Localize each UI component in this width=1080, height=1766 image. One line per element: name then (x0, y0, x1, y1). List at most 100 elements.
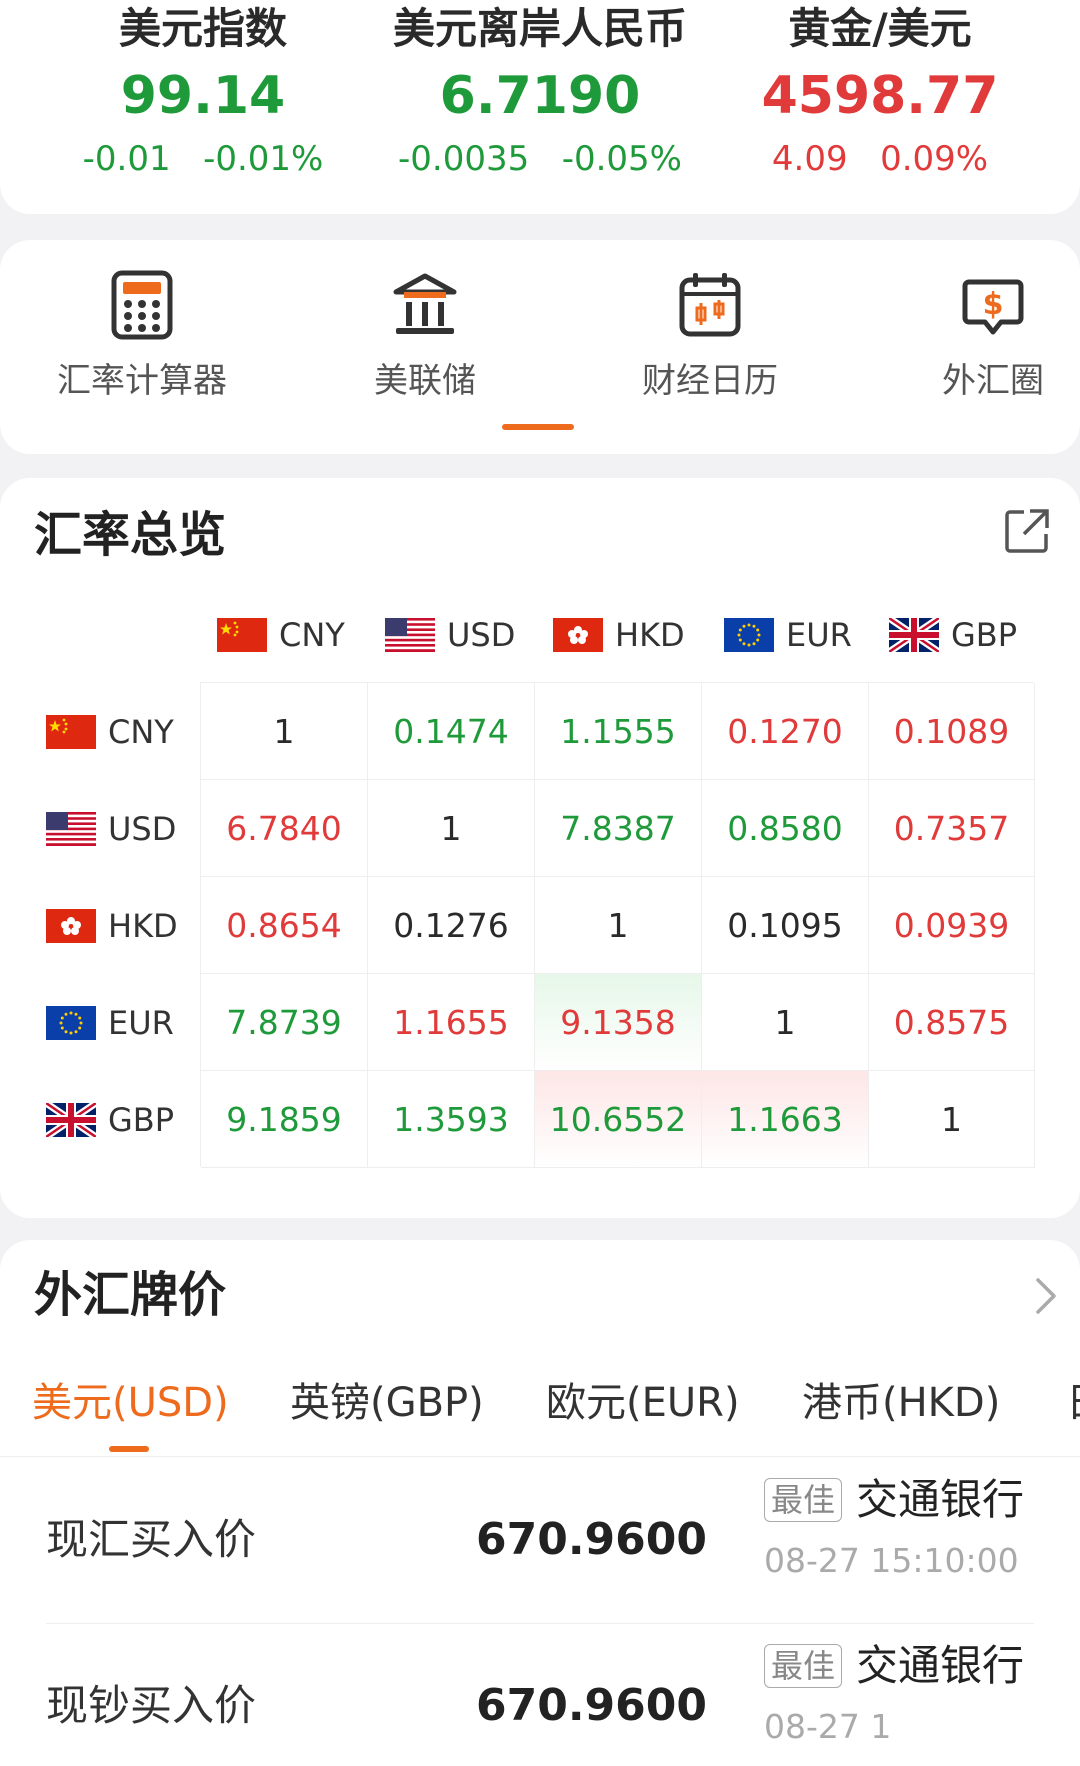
ticker-value: 99.14 (120, 66, 286, 126)
rate-overview-card: 汇率总览 CNY USD HKD EUR GBP CNY USD HKD EUR… (0, 478, 1080, 1218)
row-header-label: EUR (108, 1003, 174, 1042)
col-header-eur: EUR (724, 610, 852, 660)
rate-cell-gbp-usd[interactable]: 1.3593 (368, 1071, 535, 1168)
rate-cell-eur-hkd[interactable]: 9.1358 (535, 974, 702, 1071)
usa-flag-icon (385, 618, 435, 652)
ticker-change-abs: -0.01 (82, 139, 171, 179)
tab-eur[interactable]: 欧元(EUR) (546, 1372, 740, 1434)
market-ticker-card: 美元指数 99.14 -0.01 -0.01% 美元离岸人民币 6.7190 -… (0, 0, 1080, 214)
rate-cell-hkd-eur[interactable]: 0.1095 (702, 877, 869, 974)
ticker-change: -0.0035 -0.05% (370, 134, 710, 184)
rate-cell-eur-eur[interactable]: 1 (702, 974, 869, 1071)
col-header-label: EUR (786, 616, 852, 654)
quote-time: 08-27 1 (764, 1707, 892, 1746)
quote-row-spot-buy[interactable]: 现汇买入价 670.9600 最佳 交通银行 08-27 15:10:00 (0, 1458, 1080, 1624)
col-header-label: CNY (279, 616, 345, 654)
usa-flag-icon (46, 811, 96, 846)
quote-label: 现汇买入价 (46, 1515, 257, 1564)
quote-bank: 交通银行 (856, 1641, 1025, 1690)
rate-cell-hkd-usd[interactable]: 0.1276 (368, 877, 535, 974)
rate-cell-hkd-hkd[interactable]: 1 (535, 877, 702, 974)
row-header-label: HKD (108, 906, 178, 945)
ticker-gold-usd[interactable]: 黄金/美元 4598.77 4.09 0.09% (710, 0, 1050, 184)
rate-cell-cny-eur[interactable]: 0.1270 (702, 683, 869, 780)
ticker-change-pct: 0.09% (880, 139, 989, 179)
divider (0, 1456, 1080, 1457)
calculator-icon (7, 270, 277, 340)
ticker-change-abs: -0.0035 (398, 139, 530, 179)
rate-cell-gbp-eur[interactable]: 1.1663 (702, 1071, 869, 1168)
rate-cell-hkd-cny[interactable]: 0.8654 (201, 877, 368, 974)
rate-cell-usd-cny[interactable]: 6.7840 (201, 780, 368, 877)
currency-tabs: 美元(USD) 英镑(GBP) 欧元(EUR) 港币(HKD) 日 (0, 1372, 1080, 1434)
ticker-value: 6.7190 (439, 66, 641, 126)
col-header-hkd: HKD (553, 610, 685, 660)
row-header-gbp: GBP (46, 1071, 174, 1168)
tab-hkd[interactable]: 港币(HKD) (802, 1372, 1000, 1434)
external-link-icon[interactable] (1004, 508, 1050, 558)
rate-cell-usd-hkd[interactable]: 7.8387 (535, 780, 702, 877)
rate-cell-hkd-gbp[interactable]: 0.0939 (869, 877, 1035, 974)
best-badge: 最佳 (764, 1644, 843, 1688)
quote-row-cash-buy[interactable]: 现钞买入价 670.9600 最佳 交通银行 08-27 1 (0, 1624, 1080, 1766)
dollar-chat-icon: $ (858, 270, 1080, 340)
tools-active-indicator (502, 424, 574, 430)
col-header-label: GBP (951, 616, 1018, 654)
rate-cell-cny-usd[interactable]: 0.1474 (368, 683, 535, 780)
ticker-name: 美元离岸人民币 (392, 4, 687, 53)
rate-cell-usd-gbp[interactable]: 0.7357 (869, 780, 1035, 877)
tab-jpy[interactable]: 日 (1066, 1372, 1080, 1434)
hongkong-flag-icon (553, 618, 603, 652)
chevron-right-icon[interactable] (1034, 1276, 1058, 1320)
row-header-label: GBP (108, 1100, 175, 1139)
uk-flag-icon (46, 1102, 96, 1137)
rate-cell-cny-gbp[interactable]: 0.1089 (869, 683, 1035, 780)
hongkong-flag-icon (46, 908, 96, 943)
forex-quote-card: 外汇牌价 美元(USD) 英镑(GBP) 欧元(EUR) 港币(HKD) 日 现… (0, 1240, 1080, 1766)
tool-label: 外汇圈 (942, 361, 1044, 401)
quote-bank: 交通银行 (856, 1475, 1025, 1524)
eu-flag-icon (724, 618, 774, 652)
rate-cell-gbp-hkd[interactable]: 10.6552 (535, 1071, 702, 1168)
ticker-usd-cnh[interactable]: 美元离岸人民币 6.7190 -0.0035 -0.05% (370, 0, 710, 184)
row-header-label: USD (108, 809, 177, 848)
tab-gbp[interactable]: 英镑(GBP) (290, 1372, 484, 1434)
row-header-eur: EUR (46, 974, 174, 1071)
tab-usd[interactable]: 美元(USD) (32, 1372, 229, 1434)
ticker-name: 美元指数 (118, 4, 287, 53)
eu-flag-icon (46, 1005, 96, 1040)
rate-cell-eur-cny[interactable]: 7.8739 (201, 974, 368, 1071)
rate-cell-eur-usd[interactable]: 1.1655 (368, 974, 535, 1071)
tool-label: 财经日历 (642, 361, 778, 401)
rate-cell-gbp-gbp[interactable]: 1 (869, 1071, 1035, 1168)
rate-cell-eur-gbp[interactable]: 0.8575 (869, 974, 1035, 1071)
ticker-name: 黄金/美元 (788, 4, 972, 53)
tools-card: 汇率计算器 美联储 财经日历 $ 外汇圈 (0, 240, 1080, 454)
tool-fed[interactable]: 美联储 (290, 270, 560, 404)
rate-cell-usd-eur[interactable]: 0.8580 (702, 780, 869, 877)
tool-rate-calculator[interactable]: 汇率计算器 (7, 270, 277, 404)
quote-value: 670.9600 (476, 1514, 708, 1565)
ticker-change: -0.01 -0.01% (33, 134, 373, 184)
uk-flag-icon (889, 618, 939, 652)
quote-value: 670.9600 (476, 1680, 708, 1731)
ticker-usd-index[interactable]: 美元指数 99.14 -0.01 -0.01% (33, 0, 373, 184)
ticker-value: 4598.77 (761, 66, 999, 126)
ticker-change: 4.09 0.09% (710, 134, 1050, 184)
rate-cell-gbp-cny[interactable]: 9.1859 (201, 1071, 368, 1168)
row-header-usd: USD (46, 780, 176, 877)
svg-text:$: $ (983, 287, 1004, 322)
rate-cell-usd-usd[interactable]: 1 (368, 780, 535, 877)
rate-cell-cny-hkd[interactable]: 1.1555 (535, 683, 702, 780)
best-badge: 最佳 (764, 1478, 843, 1522)
tool-forex-circle[interactable]: $ 外汇圈 (858, 270, 1080, 404)
col-header-label: USD (447, 616, 516, 654)
quote-label: 现钞买入价 (46, 1681, 257, 1730)
tool-finance-calendar[interactable]: 财经日历 (575, 270, 845, 404)
tool-label: 汇率计算器 (57, 361, 227, 401)
rate-cell-cny-cny[interactable]: 1 (201, 683, 368, 780)
china-flag-icon (46, 714, 96, 749)
calendar-chart-icon (575, 270, 845, 340)
row-header-hkd: HKD (46, 877, 178, 974)
quote-time: 08-27 15:10:00 (764, 1541, 1019, 1580)
